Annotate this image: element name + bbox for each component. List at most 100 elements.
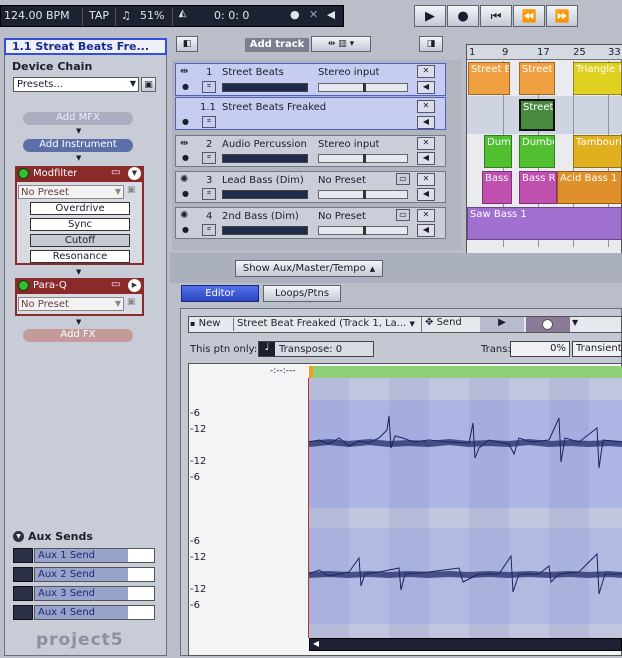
bpm-display[interactable]: 124.00 BPM bbox=[4, 9, 70, 22]
paraq-preset-dropdown[interactable]: No Preset ▼ bbox=[18, 297, 124, 311]
track-name[interactable]: Lead Bass (Dim) bbox=[222, 175, 304, 186]
cutoff-param[interactable]: Cutoff bbox=[30, 234, 130, 247]
mute-icon[interactable]: ✕ bbox=[417, 65, 435, 78]
record-button[interactable]: ● bbox=[447, 5, 479, 27]
timeline-ruler[interactable]: 1 9 17 25 33 bbox=[467, 45, 622, 60]
swing-value[interactable]: 51% bbox=[140, 9, 164, 22]
track-row-3[interactable]: ✺ 3 Lead Bass (Dim) No Preset ▭ ✕ ● ⌗ ◀ bbox=[175, 171, 446, 203]
presets-dropdown[interactable]: Presets... ▼ bbox=[13, 77, 139, 92]
chevron-down-icon[interactable]: ▼ bbox=[572, 318, 578, 327]
fast-forward-button[interactable]: ⏩ bbox=[546, 5, 578, 27]
loop-region-bar[interactable] bbox=[309, 366, 622, 378]
sync-param[interactable]: Sync bbox=[30, 218, 130, 231]
resonance-param[interactable]: Resonance bbox=[30, 250, 130, 263]
clip[interactable]: Bass bbox=[482, 171, 512, 204]
save-preset-button[interactable]: ▣ bbox=[141, 77, 156, 92]
track-row-1-1[interactable]: 1.1 Street Beats Freaked ✕ ● ⌗ ◀ bbox=[175, 97, 446, 130]
aux-send-3[interactable]: Aux 3 Send bbox=[13, 586, 155, 601]
transpose-field[interactable]: ♩ Transpose: 0 bbox=[258, 341, 374, 357]
add-instrument-button[interactable]: Add Instrument bbox=[23, 139, 133, 152]
power-icon[interactable] bbox=[18, 280, 29, 291]
editor-scrollbar[interactable]: ◀ bbox=[309, 638, 622, 651]
save-icon[interactable]: ▣ bbox=[127, 297, 136, 307]
pan-slider[interactable] bbox=[318, 190, 408, 199]
track-input[interactable]: No Preset bbox=[318, 175, 366, 186]
record-arm-icon[interactable]: ● bbox=[290, 8, 300, 21]
track-name[interactable]: 2nd Bass (Dim) bbox=[222, 211, 299, 222]
solo-icon[interactable]: ◀ bbox=[417, 188, 435, 201]
clip[interactable]: Street bbox=[519, 62, 555, 95]
track-row-2[interactable]: ⇹ 2 Audio Percussion Stereo input ✕ ● ⌗ … bbox=[175, 135, 446, 167]
rewind-button[interactable]: ⏪ bbox=[513, 5, 545, 27]
play-button[interactable]: ▶ bbox=[414, 5, 446, 27]
tab-loops-ptns[interactable]: Loops/Ptns bbox=[263, 285, 341, 302]
clip[interactable]: Saw Bass 1 bbox=[467, 207, 622, 240]
record-arm-icon[interactable]: ● bbox=[182, 225, 189, 234]
pan-slider[interactable] bbox=[318, 226, 408, 235]
mute-icon[interactable]: ✕ bbox=[417, 209, 435, 222]
mute-icon[interactable]: ✕ bbox=[417, 100, 435, 113]
tap-button[interactable]: TAP bbox=[82, 8, 116, 26]
expand-tracks-button[interactable]: ◨ bbox=[419, 36, 443, 52]
solo-icon[interactable]: ◀ bbox=[417, 81, 435, 94]
scroll-left-icon[interactable]: ◀ bbox=[313, 639, 319, 648]
window-icon[interactable]: ▭ bbox=[111, 279, 120, 290]
clip[interactable]: Dumbe bbox=[519, 135, 555, 168]
save-icon[interactable]: ▣ bbox=[127, 185, 136, 195]
aux-send-1[interactable]: Aux 1 Send bbox=[13, 548, 155, 563]
send-button[interactable]: ✥ Send bbox=[421, 317, 479, 332]
metronome-icon[interactable]: ◭ bbox=[172, 8, 192, 26]
overdrive-param[interactable]: Overdrive bbox=[30, 202, 130, 215]
track-input[interactable]: Stereo input bbox=[318, 67, 379, 78]
record-arm-icon[interactable]: ● bbox=[182, 117, 189, 126]
new-pattern-button[interactable]: ▪ New bbox=[190, 318, 234, 331]
track-row-4[interactable]: ✺ 4 2nd Bass (Dim) No Preset ▭ ✕ ● ⌗ ◀ bbox=[175, 207, 446, 239]
clip[interactable]: Street bbox=[519, 99, 555, 131]
window-icon[interactable]: ▭ bbox=[111, 167, 120, 178]
track-row-1[interactable]: ⇹ 1 Street Beats Stereo input ✕ ● ⌗ ◀ bbox=[175, 63, 446, 96]
window-icon[interactable]: ▭ bbox=[396, 173, 410, 185]
add-mfx-button[interactable]: Add MFX bbox=[23, 112, 133, 125]
trans-value-field[interactable]: 0% bbox=[510, 341, 570, 357]
mute-icon[interactable]: ✕ bbox=[417, 173, 435, 186]
power-icon[interactable] bbox=[18, 168, 29, 179]
midi-icon[interactable]: ⌗ bbox=[202, 188, 216, 200]
rewind-start-button[interactable]: ⏮ bbox=[480, 5, 512, 27]
pan-slider[interactable] bbox=[318, 154, 408, 163]
record-arm-icon[interactable]: ● bbox=[182, 189, 189, 198]
pattern-name-dropdown[interactable]: Street Beat Freaked (Track 1, La... ▼ bbox=[237, 318, 419, 331]
track-name[interactable]: Street Beats Freaked bbox=[222, 102, 326, 113]
track-tools-button[interactable]: ⇹ ▥ ▾ bbox=[311, 36, 371, 52]
track-name[interactable]: Street Beats bbox=[222, 67, 284, 78]
solo-icon[interactable]: ◀ bbox=[417, 152, 435, 165]
midi-icon[interactable]: ⌗ bbox=[202, 81, 216, 93]
mute-icon[interactable]: ✕ bbox=[309, 8, 318, 21]
solo-icon[interactable]: ◀ bbox=[417, 116, 435, 129]
add-track-label[interactable]: Add track bbox=[245, 38, 309, 52]
preview-slider[interactable] bbox=[526, 317, 570, 332]
midi-icon[interactable]: ⌗ bbox=[202, 116, 216, 128]
speaker-icon[interactable]: ◀ bbox=[327, 8, 335, 21]
modfilter-preset-dropdown[interactable]: No Preset ▼ bbox=[18, 185, 124, 199]
aux-send-4[interactable]: Aux 4 Send bbox=[13, 605, 155, 620]
midi-icon[interactable]: ⌗ bbox=[202, 224, 216, 236]
aux-send-2[interactable]: Aux 2 Send bbox=[13, 567, 155, 582]
preview-play-button[interactable]: ▶ bbox=[480, 317, 524, 332]
collapse-panel-button[interactable]: ◧ bbox=[176, 36, 198, 52]
waveform-canvas[interactable] bbox=[309, 378, 622, 638]
track-name[interactable]: Audio Percussion bbox=[222, 139, 307, 150]
collapse-icon[interactable]: ▼ bbox=[128, 167, 141, 180]
window-icon[interactable]: ▭ bbox=[396, 209, 410, 221]
clip[interactable]: Bass Ri bbox=[519, 171, 557, 204]
midi-icon[interactable]: ⌗ bbox=[202, 152, 216, 164]
clip[interactable]: Triangle F bbox=[573, 62, 622, 95]
time-display[interactable]: 0: 0: 0 bbox=[214, 9, 249, 22]
clip[interactable]: Tambourine bbox=[573, 135, 622, 168]
track-input[interactable]: Stereo input bbox=[318, 139, 379, 150]
clip[interactable]: Dum bbox=[484, 135, 512, 168]
loop-start-marker[interactable] bbox=[309, 366, 313, 378]
aux-collapse-icon[interactable]: ▼ bbox=[13, 531, 24, 542]
pan-slider[interactable] bbox=[318, 83, 408, 92]
solo-icon[interactable]: ◀ bbox=[417, 224, 435, 237]
record-arm-icon[interactable]: ● bbox=[182, 153, 189, 162]
